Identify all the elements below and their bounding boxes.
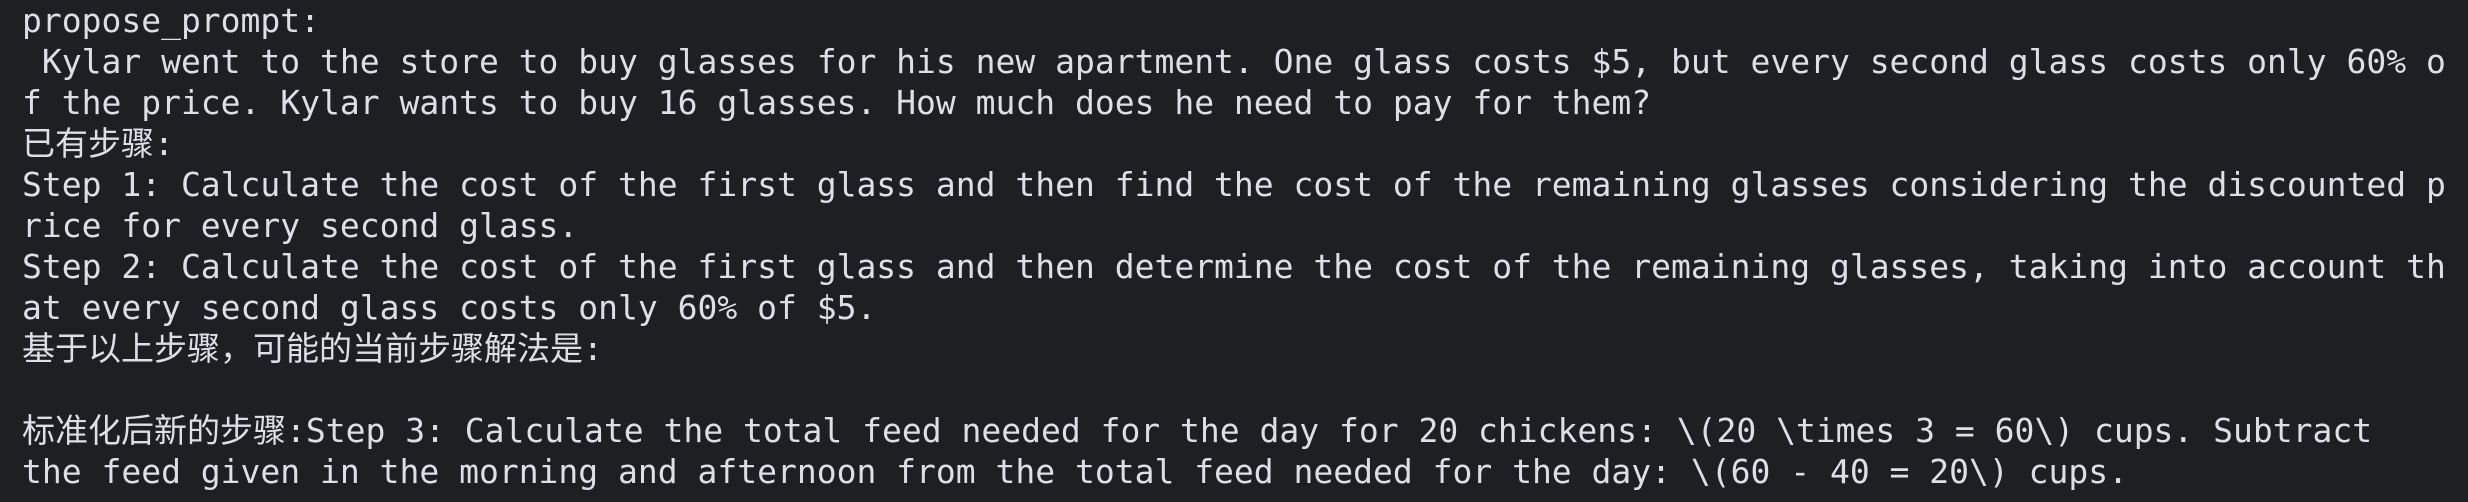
terminal-line: at every second glass costs only 60% of … [22, 288, 877, 327]
terminal-line: Step 2: Calculate the cost of the first … [22, 247, 2446, 286]
terminal-line: Kylar went to the store to buy glasses f… [22, 42, 2446, 81]
terminal-line: rice for every second glass. [22, 206, 579, 245]
terminal-line: Step 1: Calculate the cost of the first … [22, 165, 2446, 204]
terminal-line: the feed given in the morning and aftern… [22, 452, 2128, 491]
terminal-line: f the price. Kylar wants to buy 16 glass… [22, 83, 1652, 122]
terminal-line: 基于以上步骤，可能的当前步骤解法是: [22, 329, 603, 368]
terminal-line: 已有步骤: [22, 124, 174, 163]
terminal-output: propose_prompt: Kylar went to the store … [0, 0, 2468, 502]
terminal-line: propose_prompt: [22, 1, 321, 40]
terminal-line: 标准化后新的步骤:Step 3: Calculate the total fee… [22, 411, 2373, 450]
